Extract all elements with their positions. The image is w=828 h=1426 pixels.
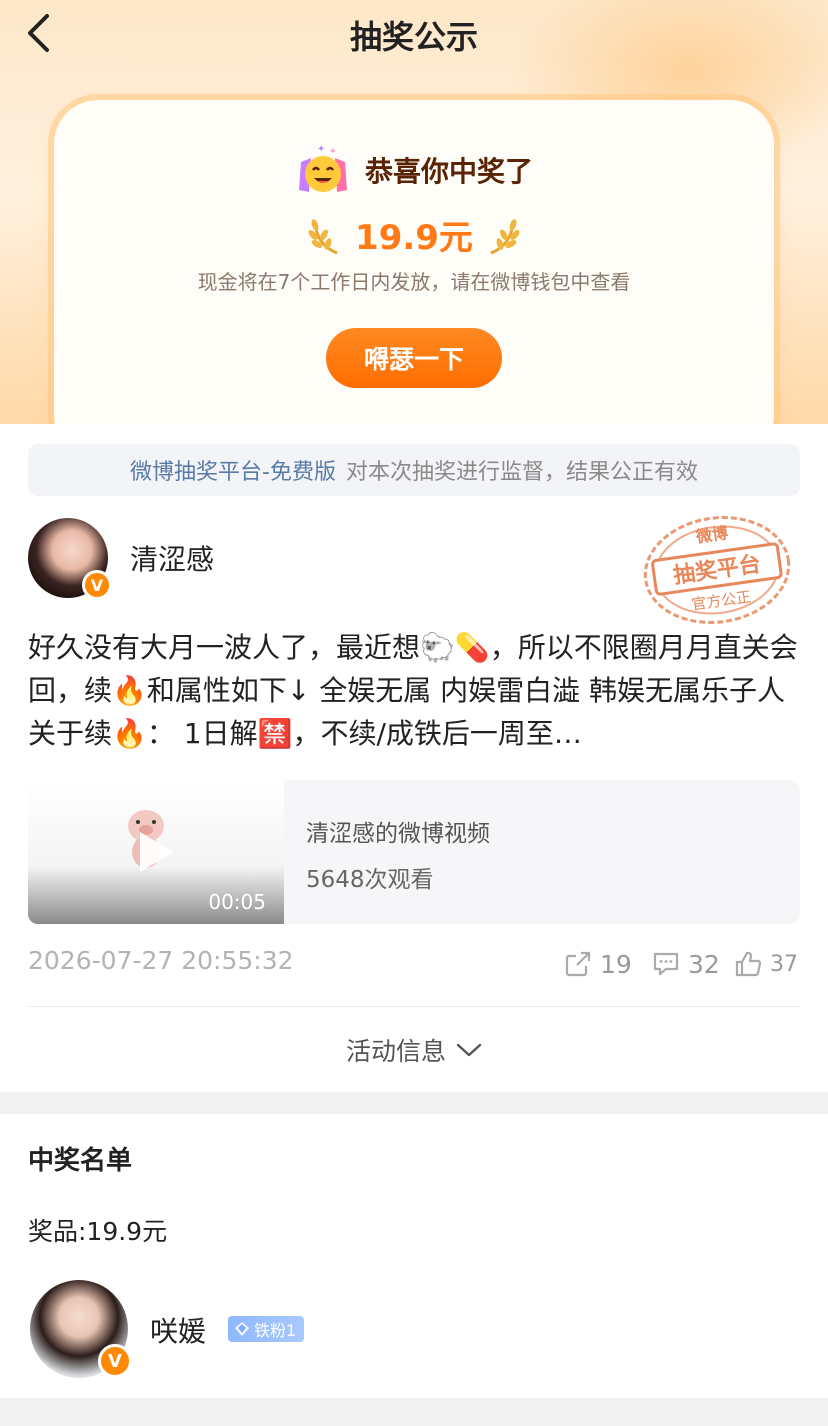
comment-icon bbox=[653, 952, 679, 976]
share-button[interactable]: 嘚瑟一下 bbox=[326, 328, 502, 388]
diamond-icon bbox=[235, 1322, 249, 1336]
stamp-line1: 微博 bbox=[694, 523, 729, 546]
cash-note: 现金将在7个工作日内发放，请在微博钱包中查看 bbox=[197, 270, 631, 294]
winners-prize: 奖品:19.9元 bbox=[28, 1217, 168, 1246]
official-stamp-icon: 微博 抽奖平台 官方公正 bbox=[643, 516, 791, 624]
video-thumbnail[interactable]: 00:05 bbox=[28, 780, 284, 924]
post-section: 微博抽奖平台-免费版 对本次抽奖进行监督，结果公正有效 V 清涩感 微博 抽奖平… bbox=[0, 424, 828, 1092]
divider bbox=[28, 1006, 800, 1007]
stamp-line3: 官方公正 bbox=[690, 588, 752, 614]
prize-card: ✦ ✦ 恭喜你中奖了 19.9元 现金将在7个工作日内发放，请在微博钱包中查看 … bbox=[54, 100, 774, 424]
thumbs-up-icon bbox=[735, 951, 762, 977]
winner-avatar[interactable]: V bbox=[30, 1280, 132, 1378]
repost-button[interactable]: 19 bbox=[564, 944, 632, 984]
page-title: 抽奖公示 bbox=[349, 18, 478, 56]
play-icon[interactable] bbox=[136, 830, 176, 874]
chevron-down-icon bbox=[456, 1043, 482, 1057]
like-button[interactable]: 37 bbox=[734, 944, 798, 984]
author-row: V 清涩感 微博 抽奖平台 官方公正 bbox=[28, 516, 800, 624]
svg-text:✦: ✦ bbox=[329, 147, 337, 157]
comment-count: 32 bbox=[688, 949, 720, 979]
winners-title: 中奖名单 bbox=[28, 1146, 133, 1176]
activity-info-toggle[interactable]: 活动信息 bbox=[0, 1032, 828, 1068]
header-area: 抽奖公示 ✦ ✦ 恭喜你中奖了 19.9元 现金将在7个工作日内发放，请在微博钱… bbox=[0, 0, 828, 424]
fan-level-badge: 铁粉1 bbox=[228, 1316, 305, 1342]
verified-badge-icon: V bbox=[98, 1344, 132, 1378]
party-face-icon: ✦ ✦ bbox=[298, 144, 347, 192]
verified-badge-icon: V bbox=[82, 570, 112, 600]
platform-banner: 微博抽奖平台-免费版 对本次抽奖进行监督，结果公正有效 bbox=[28, 444, 800, 496]
svg-text:✦: ✦ bbox=[317, 144, 325, 155]
activity-info-label: 活动信息 bbox=[345, 1037, 446, 1066]
amount-row: 19.9元 bbox=[54, 210, 774, 259]
laurel-right-icon bbox=[490, 218, 520, 254]
repost-count: 19 bbox=[600, 949, 632, 979]
like-count: 37 bbox=[770, 951, 798, 977]
post-text[interactable]: 好久没有大月一波人了，最近想🐑💊，所以不限圈月月直关会回，续🔥和属性如下↓ 全娱… bbox=[28, 626, 800, 755]
winner-name[interactable]: 咲媛 bbox=[150, 1310, 206, 1350]
bottom-strip bbox=[0, 1398, 828, 1426]
congrats-text: 恭喜你中奖了 bbox=[364, 155, 533, 188]
laurel-left-icon bbox=[308, 218, 338, 254]
prize-amount: 19.9元 bbox=[355, 218, 473, 258]
platform-link[interactable]: 微博抽奖平台-免费版 bbox=[130, 454, 336, 486]
post-meta-row: 2026-07-27 20:55:32 19 32 37 bbox=[28, 944, 800, 984]
platform-note: 对本次抽奖进行监督，结果公正有效 bbox=[345, 460, 698, 485]
nav-bar: 抽奖公示 bbox=[0, 0, 828, 66]
author-name[interactable]: 清涩感 bbox=[130, 538, 214, 578]
avatar[interactable]: V bbox=[28, 518, 112, 600]
video-views: 5648次观看 bbox=[306, 867, 434, 893]
video-title: 清涩感的微博视频 bbox=[306, 821, 490, 847]
video-card[interactable]: 00:05 清涩感的微博视频 5648次观看 bbox=[28, 780, 800, 924]
winners-section: 中奖名单 奖品:19.9元 V 咲媛 铁粉1 bbox=[0, 1114, 828, 1398]
video-duration: 00:05 bbox=[208, 890, 266, 914]
fan-level-text: 铁粉1 bbox=[254, 1321, 297, 1340]
share-icon bbox=[565, 951, 591, 977]
comment-button[interactable]: 32 bbox=[652, 944, 720, 984]
post-timestamp: 2026-07-27 20:55:32 bbox=[28, 946, 294, 975]
congrats-row: ✦ ✦ 恭喜你中奖了 bbox=[54, 142, 774, 198]
